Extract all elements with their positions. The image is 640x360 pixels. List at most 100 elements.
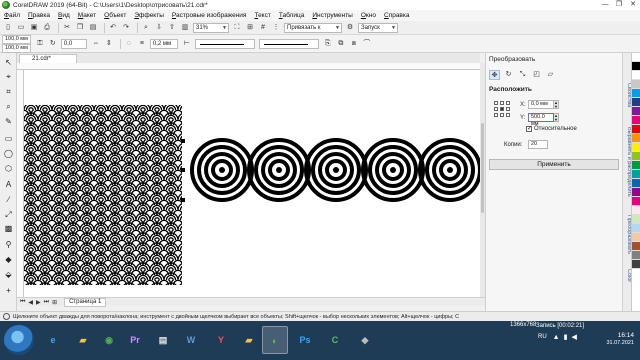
y-spinner[interactable]: ▲ ▼ <box>554 113 559 122</box>
document-tab[interactable]: 21.cdr* <box>19 54 77 63</box>
object-height-field[interactable]: 100,0 мм <box>2 43 31 53</box>
internet-explorer-icon[interactable]: e <box>40 326 66 354</box>
new-document-icon[interactable]: ▯ <box>3 23 13 33</box>
copy-icon[interactable]: ❐ <box>75 23 85 33</box>
snap-to-dropdown[interactable]: Привязать к ▼ <box>284 22 342 33</box>
wireframe-icon[interactable]: ◌ <box>124 39 134 49</box>
menu-object[interactable]: Объект <box>104 12 126 19</box>
color-swatch[interactable] <box>632 143 640 152</box>
redo-icon[interactable]: ↷ <box>121 23 131 33</box>
menu-effects[interactable]: Эффекты <box>134 12 164 19</box>
text-wrap-icon[interactable]: ⎘ <box>323 39 333 49</box>
concentric-ring[interactable] <box>361 138 425 202</box>
concentric-ring-row[interactable] <box>190 138 480 202</box>
interactive-fill-tool-icon[interactable]: ◆ <box>3 254 14 265</box>
horizontal-ruler[interactable] <box>17 63 480 70</box>
menu-bitmaps[interactable]: Растровые изображения <box>172 12 247 19</box>
coreldraw-taskbar-icon[interactable]: ◐ <box>262 326 288 354</box>
rulers-icon[interactable]: ⊞ <box>245 23 255 33</box>
color-swatch[interactable] <box>632 116 640 125</box>
page-tab[interactable]: Страница 1 <box>64 297 107 307</box>
other-app-icon[interactable]: ◆ <box>352 326 378 354</box>
color-swatch[interactable] <box>632 188 640 197</box>
color-swatch[interactable] <box>632 107 640 116</box>
anchor-point-grid[interactable] <box>494 101 510 117</box>
crop-tool-icon[interactable]: ⌗ <box>3 86 14 97</box>
color-swatch[interactable] <box>632 215 640 224</box>
restore-button[interactable]: ❐ <box>612 0 626 10</box>
minimize-button[interactable]: — <box>598 0 612 10</box>
rotation-angle-field[interactable]: 0,0 <box>60 38 87 49</box>
options-gear-icon[interactable]: ⚙ <box>345 23 355 33</box>
camtasia-icon[interactable]: C <box>322 326 348 354</box>
clock[interactable]: 16:14 31.07.2021 <box>606 332 634 347</box>
apply-button[interactable]: Применить <box>489 159 619 170</box>
x-position-input[interactable]: 0,0 мм <box>528 100 554 109</box>
color-swatch[interactable] <box>632 62 640 71</box>
paste-icon[interactable]: ▤ <box>88 23 98 33</box>
print-icon[interactable]: ⎙ <box>42 23 52 33</box>
freehand-tool-icon[interactable]: ✎ <box>3 116 14 127</box>
color-swatch[interactable] <box>632 233 640 242</box>
seigaiha-pattern-square[interactable] <box>24 105 182 285</box>
color-swatch[interactable] <box>632 170 640 179</box>
color-swatch[interactable] <box>632 251 640 260</box>
menu-tools[interactable]: Инструменты <box>312 12 353 19</box>
scrollbar-thumb[interactable] <box>481 123 484 213</box>
word-icon[interactable]: W <box>178 326 204 354</box>
photoshop-icon[interactable]: Ps <box>292 326 318 354</box>
first-page-icon[interactable]: ⏮ <box>20 299 25 306</box>
menu-edit[interactable]: Правка <box>28 12 50 19</box>
tray-arrow-icon[interactable]: ▲ <box>553 334 560 341</box>
vertical-ruler[interactable] <box>17 70 24 297</box>
x-spinner[interactable]: ▲ ▼ <box>554 100 559 109</box>
scale-mirror-mode-icon[interactable]: ⤡ <box>517 70 528 80</box>
menu-file[interactable]: Файл <box>4 12 20 19</box>
prev-page-icon[interactable]: ◀ <box>28 299 33 306</box>
to-back-icon[interactable]: ⧈ <box>349 39 359 49</box>
menu-help[interactable]: Справка <box>384 12 410 19</box>
concentric-ring[interactable] <box>247 138 311 202</box>
connector-tool-icon[interactable]: ⤢ <box>3 209 14 220</box>
menu-window[interactable]: Окно <box>361 12 376 19</box>
eyedropper-tool-icon[interactable]: ⚲ <box>3 239 14 250</box>
lock-ratio-icon[interactable]: ⚿ <box>35 39 45 49</box>
photos-icon[interactable]: ▤ <box>150 326 176 354</box>
skew-mode-icon[interactable]: ▱ <box>545 70 556 80</box>
launch-dropdown[interactable]: Запуск ▼ <box>358 22 398 33</box>
import-icon[interactable]: ⇩ <box>154 23 164 33</box>
language-indicator[interactable]: RU <box>538 334 547 340</box>
color-swatch[interactable] <box>632 89 640 98</box>
text-tool-icon[interactable]: A <box>3 179 14 190</box>
concentric-ring[interactable] <box>304 138 368 202</box>
smart-fill-tool-icon[interactable]: ⬙ <box>3 269 14 280</box>
menu-table[interactable]: Таблица <box>279 12 305 19</box>
start-button[interactable] <box>4 325 34 355</box>
volume-icon[interactable]: ◀ <box>571 333 576 341</box>
color-swatch[interactable] <box>632 179 640 188</box>
file-explorer-icon[interactable]: ▰ <box>70 326 96 354</box>
publish-pdf-icon[interactable]: ▥ <box>180 23 190 33</box>
last-page-icon[interactable]: ⏭ <box>44 299 49 306</box>
start-arrow-icon[interactable]: ⊢ <box>182 39 192 49</box>
color-swatch[interactable] <box>632 53 640 62</box>
size-mode-icon[interactable]: ◰ <box>531 70 542 80</box>
pick-tool-icon[interactable]: ↖ <box>3 57 14 68</box>
yandex-icon[interactable]: Y <box>208 326 234 354</box>
line-style-selector[interactable] <box>194 38 255 49</box>
export-icon[interactable]: ⇧ <box>167 23 177 33</box>
copies-input[interactable]: 20 <box>528 140 548 149</box>
explorer-window-icon[interactable]: ▰ <box>236 326 262 354</box>
chrome-icon[interactable]: ◉ <box>96 326 122 354</box>
menu-view[interactable]: Вид <box>58 12 70 19</box>
position-mode-icon[interactable]: ✥ <box>489 70 500 80</box>
color-swatch[interactable] <box>632 98 640 107</box>
fullscreen-icon[interactable]: ⛶ <box>232 23 242 33</box>
object-width-field[interactable]: 100,0 мм <box>2 34 31 44</box>
next-page-icon[interactable]: ▶ <box>36 299 41 306</box>
open-folder-icon[interactable]: ▭ <box>16 23 26 33</box>
convert-to-curves-icon[interactable]: ⌒ <box>362 39 372 49</box>
add-tool-icon[interactable]: + <box>3 285 14 296</box>
color-swatch[interactable] <box>632 134 640 143</box>
undo-icon[interactable]: ↶ <box>108 23 118 33</box>
